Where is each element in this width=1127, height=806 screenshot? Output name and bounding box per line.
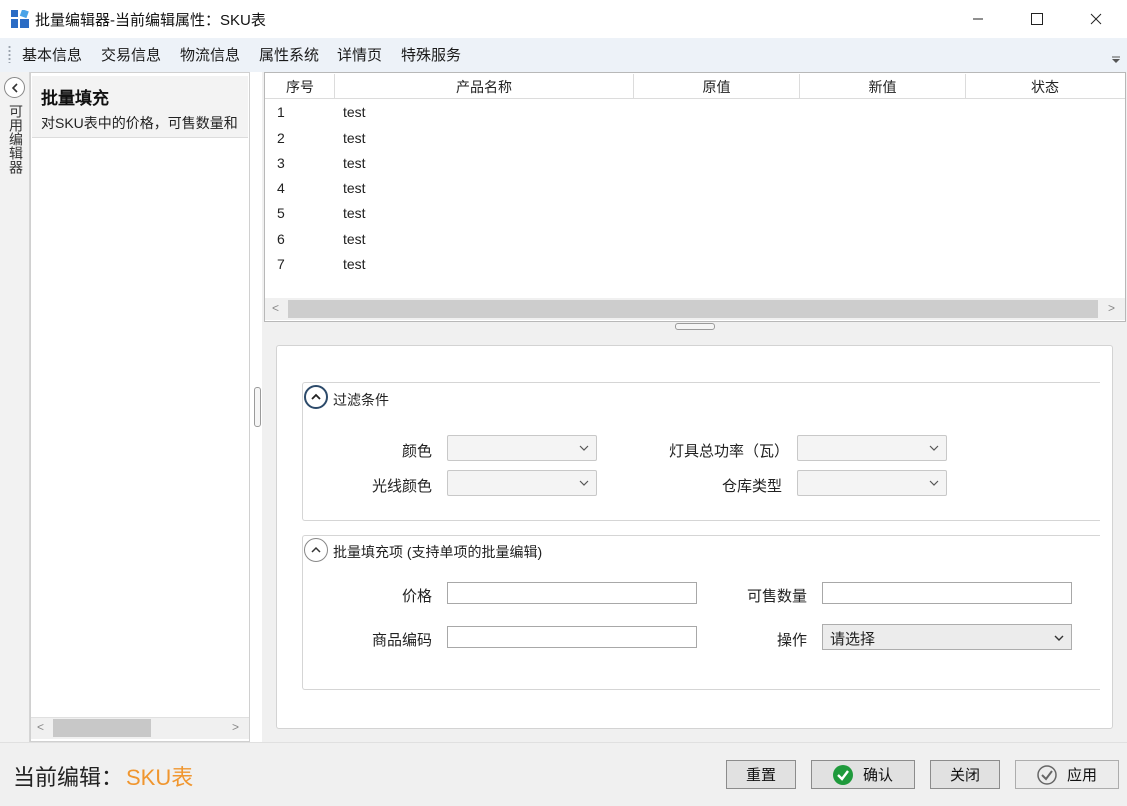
tab-bar (0, 38, 1127, 72)
apply-button[interactable]: 应用 (1015, 760, 1119, 789)
app-icon (11, 9, 29, 28)
window-title: 批量编辑器-当前编辑属性：SKU表 (35, 12, 266, 29)
maximize-icon (1031, 13, 1043, 25)
reset-button[interactable]: 重置 (726, 760, 796, 789)
power-label: 灯具总功率（瓦） (669, 443, 789, 460)
row-index-cell: 6 (277, 231, 285, 247)
tab-attribute-system[interactable]: 属性系统 (259, 44, 319, 66)
check-circle-icon (832, 764, 853, 785)
apply-button-label: 应用 (1066, 767, 1097, 784)
current-editing-label: 当前编辑： (13, 765, 124, 790)
price-label: 价格 (401, 588, 432, 605)
available-editors-label: 可用编辑器 (8, 104, 24, 174)
row-product-name-cell: test (343, 205, 366, 221)
maximize-button[interactable] (1008, 0, 1066, 38)
tab-special-services[interactable]: 特殊服务 (401, 44, 461, 66)
color-select[interactable] (447, 435, 597, 461)
row-index-cell: 1 (277, 104, 285, 120)
row-product-name-cell: test (343, 180, 366, 196)
collapse-panel-button[interactable] (4, 77, 25, 98)
chevron-down-icon (579, 445, 589, 451)
chevron-down-icon (929, 480, 939, 486)
chevron-down-icon (579, 480, 589, 486)
filter-group-toggle[interactable] (304, 385, 328, 409)
column-header-original-value[interactable]: 原值 (634, 77, 799, 97)
close-icon (1090, 13, 1102, 25)
tab-trade-info[interactable]: 交易信息 (101, 44, 161, 66)
batch-fill-group-title: 批量填充项 (支持单项的批量编辑) (333, 544, 543, 560)
chevron-down-icon (1054, 635, 1064, 641)
available-qty-input[interactable] (822, 582, 1072, 604)
scroll-left-icon[interactable]: < (272, 301, 279, 315)
operation-select-value: 请选择 (830, 631, 876, 648)
color-label: 颜色 (401, 443, 432, 460)
minimize-button[interactable] (949, 0, 1007, 38)
product-code-label: 商品编码 (371, 632, 432, 649)
minimize-icon (973, 18, 983, 20)
editor-card-title: 批量填充 (41, 89, 109, 108)
tab-detail-page[interactable]: 详情页 (337, 44, 382, 66)
power-select[interactable] (797, 435, 947, 461)
warehouse-type-label: 仓库类型 (721, 478, 782, 495)
check-circle-outline-icon (1037, 764, 1057, 785)
close-button-label: 关闭 (949, 767, 980, 784)
product-code-input[interactable] (447, 626, 697, 648)
column-header-new-value[interactable]: 新值 (800, 77, 965, 97)
column-header-product-name[interactable]: 产品名称 (335, 77, 633, 97)
tab-basic-info[interactable]: 基本信息 (22, 44, 82, 66)
scrollbar-thumb[interactable] (288, 300, 1098, 318)
column-header-status[interactable]: 状态 (966, 77, 1124, 97)
row-product-name-cell: test (343, 130, 366, 146)
scroll-right-icon[interactable]: > (232, 720, 239, 734)
row-index-cell: 5 (277, 205, 285, 221)
chevron-left-icon (11, 82, 18, 93)
close-window-button[interactable] (1067, 0, 1125, 38)
preview-table (264, 72, 1126, 322)
chevron-down-icon (929, 445, 939, 451)
filter-group-title: 过滤条件 (333, 392, 389, 408)
chevron-up-icon (311, 546, 321, 553)
vertical-splitter-handle[interactable] (254, 387, 261, 427)
current-editing-value: SKU表 (126, 765, 194, 790)
editor-card-description: 对SKU表中的价格，可售数量和 (41, 115, 238, 131)
column-header-index[interactable]: 序号 (266, 77, 334, 97)
row-product-name-cell: test (343, 155, 366, 171)
warehouse-type-select[interactable] (797, 470, 947, 496)
batch-fill-group-toggle[interactable] (304, 538, 328, 562)
available-qty-label: 可售数量 (746, 588, 807, 605)
row-product-name-cell: test (343, 256, 366, 272)
operation-label: 操作 (776, 632, 807, 649)
horizontal-splitter-handle[interactable] (675, 323, 715, 330)
close-button[interactable]: 关闭 (930, 760, 1000, 789)
row-index-cell: 4 (277, 180, 285, 196)
scrollbar-thumb[interactable] (53, 719, 151, 737)
row-index-cell: 3 (277, 155, 285, 171)
row-index-cell: 2 (277, 130, 285, 146)
confirm-button[interactable]: 确认 (811, 760, 915, 789)
toolbar-grip[interactable] (8, 45, 11, 63)
light-color-label: 光线颜色 (371, 478, 432, 495)
tab-overflow-dropdown-icon[interactable] (1112, 56, 1120, 67)
price-input[interactable] (447, 582, 697, 604)
tab-logistics-info[interactable]: 物流信息 (180, 44, 240, 66)
editor-list-panel (30, 72, 250, 742)
row-index-cell: 7 (277, 256, 285, 272)
row-product-name-cell: test (343, 104, 366, 120)
scroll-right-icon[interactable]: > (1108, 301, 1115, 315)
reset-button-label: 重置 (745, 767, 776, 784)
row-product-name-cell: test (343, 231, 366, 247)
confirm-button-label: 确认 (862, 767, 893, 784)
scroll-left-icon[interactable]: < (37, 720, 44, 734)
light-color-select[interactable] (447, 470, 597, 496)
chevron-up-icon (311, 393, 321, 400)
